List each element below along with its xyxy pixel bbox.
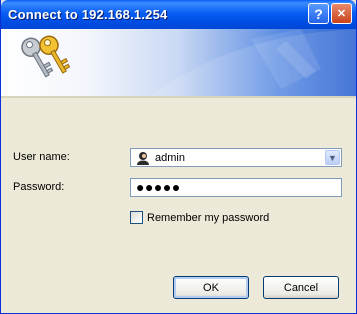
remember-password-label[interactable]: Remember my password <box>147 212 269 224</box>
user-name-dropdown-button[interactable]: ▼ <box>325 150 340 165</box>
ok-button-label: OK <box>203 281 219 294</box>
cancel-button[interactable]: Cancel <box>263 276 339 299</box>
password-label: Password: <box>13 181 65 193</box>
user-name-combobox[interactable]: admin ▼ <box>130 148 342 167</box>
user-name-value: admin <box>155 152 185 164</box>
close-icon: ✕ <box>336 8 347 20</box>
window-title: Connect to 192.168.1.254 <box>8 7 168 22</box>
user-name-label: User name: <box>13 151 70 163</box>
cancel-button-label: Cancel <box>283 281 319 294</box>
password-value: ●●●●● <box>136 179 181 195</box>
remember-password-checkbox[interactable] <box>130 211 143 224</box>
help-icon: ? <box>314 5 323 22</box>
password-field[interactable]: ●●●●● <box>130 178 342 197</box>
user-icon <box>137 152 149 165</box>
login-dialog: Connect to 192.168.1.254 ? ✕ User name: … <box>0 0 357 314</box>
chevron-down-icon: ▼ <box>328 152 337 163</box>
help-button[interactable]: ? <box>308 3 329 24</box>
ok-button[interactable]: OK <box>173 276 249 299</box>
title-bar[interactable]: Connect to 192.168.1.254 ? ✕ <box>1 0 356 29</box>
keys-icon <box>21 35 70 78</box>
close-button[interactable]: ✕ <box>331 3 352 24</box>
banner-divider <box>1 96 356 98</box>
